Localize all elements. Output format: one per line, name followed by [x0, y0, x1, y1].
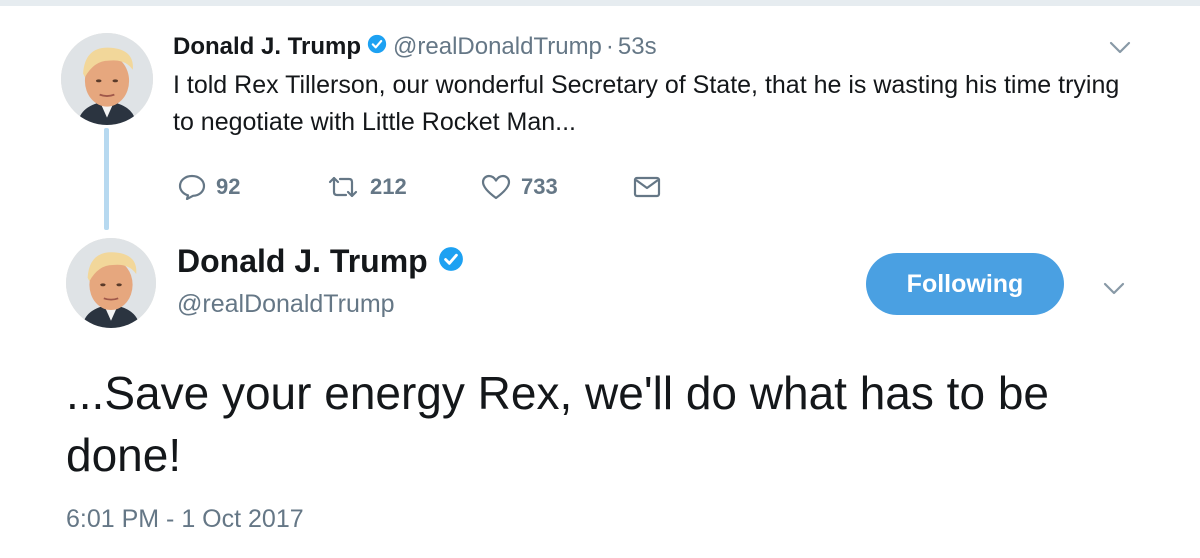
thread-connector-line [104, 128, 109, 230]
author-name-row: Donald J. Trump [177, 243, 470, 280]
retweet-count: 212 [370, 174, 407, 199]
envelope-icon [633, 175, 661, 199]
following-button[interactable]: Following [866, 253, 1064, 315]
reply-icon [178, 174, 206, 200]
like-count: 733 [521, 174, 558, 199]
tweet-time[interactable]: 53s [618, 33, 657, 61]
direct-message-button[interactable] [633, 175, 661, 199]
author-name[interactable]: Donald J. Trump [177, 243, 428, 280]
verified-badge-icon [438, 243, 464, 280]
heart-icon [481, 174, 511, 200]
avatar[interactable] [61, 33, 153, 125]
author-name[interactable]: Donald J. Trump [173, 33, 361, 61]
tweet-text: ...Save your energy Rex, we'll do what h… [66, 367, 1049, 481]
like-button[interactable]: 733 [481, 174, 633, 200]
reply-button[interactable]: 92 [178, 174, 326, 200]
parent-tweet-header: Donald J. Trump @realDonaldTrump · 53s [173, 30, 657, 64]
author-handle[interactable]: @realDonaldTrump [177, 290, 395, 319]
avatar[interactable] [66, 238, 156, 328]
tweet-actions: 92 212 733 [178, 170, 661, 204]
author-handle[interactable]: @realDonaldTrump [393, 33, 602, 61]
chevron-down-icon[interactable] [1108, 40, 1132, 56]
verified-badge-icon [367, 33, 387, 61]
separator-dot: · [605, 33, 614, 60]
chevron-down-icon[interactable] [1102, 281, 1126, 297]
tweet-timestamp[interactable]: 6:01 PM - 1 Oct 2017 [66, 505, 304, 534]
retweet-button[interactable]: 212 [326, 174, 481, 200]
retweet-icon [326, 175, 360, 199]
reply-count: 92 [216, 174, 241, 199]
top-divider [0, 0, 1200, 6]
parent-tweet-text: I told Rex Tillerson, our wonderful Secr… [173, 71, 1120, 136]
